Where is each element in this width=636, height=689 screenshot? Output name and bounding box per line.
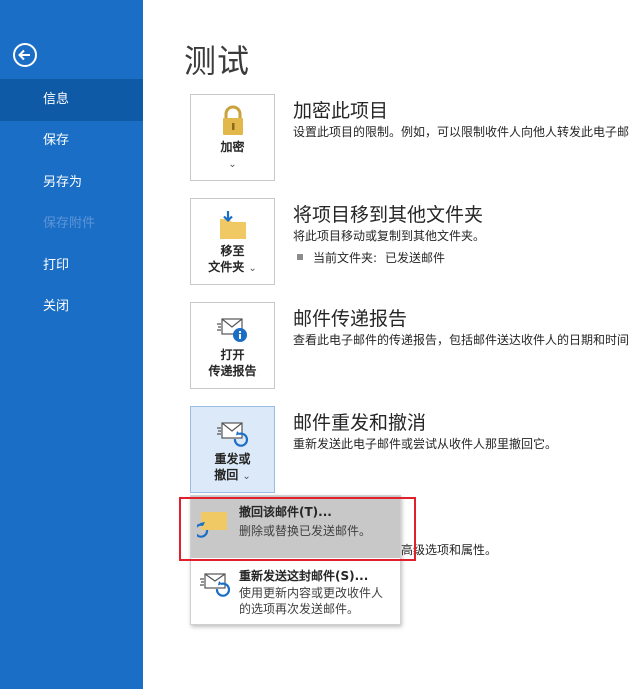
resend-button-label-line2: 撤回 — [214, 468, 239, 482]
move-to-folder-icon — [191, 209, 274, 243]
chevron-down-icon: ⌄ — [228, 159, 237, 170]
move-button-label-line2: 文件夹 — [208, 260, 245, 274]
move-title: 将项目移到其他文件夹 — [293, 204, 484, 226]
recall-message-icon — [197, 512, 227, 538]
open-delivery-report-button[interactable]: 打开 传递报告 — [190, 302, 275, 389]
resend-recall-title: 邮件重发和撤消 — [293, 412, 427, 434]
move-to-folder-button[interactable]: 移至 文件夹 ⌄ — [190, 198, 275, 285]
resend-or-recall-button[interactable]: 重发或 撤回 ⌄ — [190, 406, 275, 493]
sidebar-item-save-attachments: 保存附件 — [43, 216, 96, 231]
encrypt-title: 加密此项目 — [293, 100, 389, 122]
delivery-report-icon — [191, 313, 274, 347]
sidebar-item-save-as[interactable]: 另存为 — [0, 162, 143, 204]
sidebar-item-info[interactable]: 信息 — [0, 79, 143, 121]
sidebar-item-print[interactable]: 打印 — [0, 245, 143, 287]
resend-recall-description: 重新发送此电子邮件或尝试从收件人那里撤回它。 — [293, 437, 558, 451]
report-button-label-line1: 打开 — [220, 348, 245, 362]
recall-message-description: 删除或替换已发送邮件。 — [239, 524, 372, 538]
bullet-icon — [297, 253, 303, 260]
current-folder-value: 已发送邮件 — [385, 251, 446, 265]
sidebar-item-save[interactable]: 保存 — [0, 120, 143, 162]
sidebar-item-close[interactable]: 关闭 — [0, 286, 143, 328]
resend-recall-icon — [191, 417, 274, 451]
move-button-label-line1: 移至 — [220, 244, 245, 258]
report-button-label-line2: 传递报告 — [208, 364, 257, 378]
resend-message-description: 使用更新内容或更改收件人的选项再次发送邮件。 — [239, 586, 384, 616]
delivery-report-title: 邮件传递报告 — [293, 308, 408, 330]
resend-message-icon — [200, 573, 231, 597]
properties-description: 高级选项和属性。 — [401, 543, 498, 557]
resend-recall-menu: 撤回该邮件(T)... 删除或替换已发送邮件。 重新发送这封邮件(S)... 使… — [190, 495, 401, 625]
delivery-report-description: 查看此电子邮件的传递报告，包括邮件送达收件人的日期和时间 — [293, 333, 630, 347]
encrypt-description: 设置此项目的限制。例如，可以限制收件人向他人转发此电子邮 — [293, 125, 630, 139]
chevron-down-icon: ⌄ — [242, 471, 251, 482]
page-title: 测试 — [184, 42, 251, 80]
arrow-left-icon — [18, 49, 30, 61]
chevron-down-icon: ⌄ — [248, 263, 257, 274]
backstage-sidebar: 信息 保存 另存为 保存附件 打印 关闭 — [0, 0, 143, 689]
recall-message-title: 撤回该邮件(T)... — [239, 505, 332, 519]
back-button[interactable] — [13, 43, 37, 67]
current-folder-info: 当前文件夹: 已发送邮件 — [297, 249, 445, 266]
encrypt-button[interactable]: 加密 ⌄ — [190, 94, 275, 181]
recall-message-item[interactable]: 撤回该邮件(T)... 删除或替换已发送邮件。 — [191, 496, 400, 558]
current-folder-label: 当前文件夹: — [313, 251, 378, 265]
lock-icon — [191, 105, 274, 139]
move-description: 将此项目移动或复制到其他文件夹。 — [293, 229, 486, 243]
resend-message-title: 重新发送这封邮件(S)... — [239, 569, 369, 583]
resend-message-item[interactable]: 重新发送这封邮件(S)... 使用更新内容或更改收件人的选项再次发送邮件。 — [191, 560, 400, 624]
encrypt-button-label: 加密 — [220, 140, 245, 154]
resend-button-label-line1: 重发或 — [214, 452, 251, 466]
